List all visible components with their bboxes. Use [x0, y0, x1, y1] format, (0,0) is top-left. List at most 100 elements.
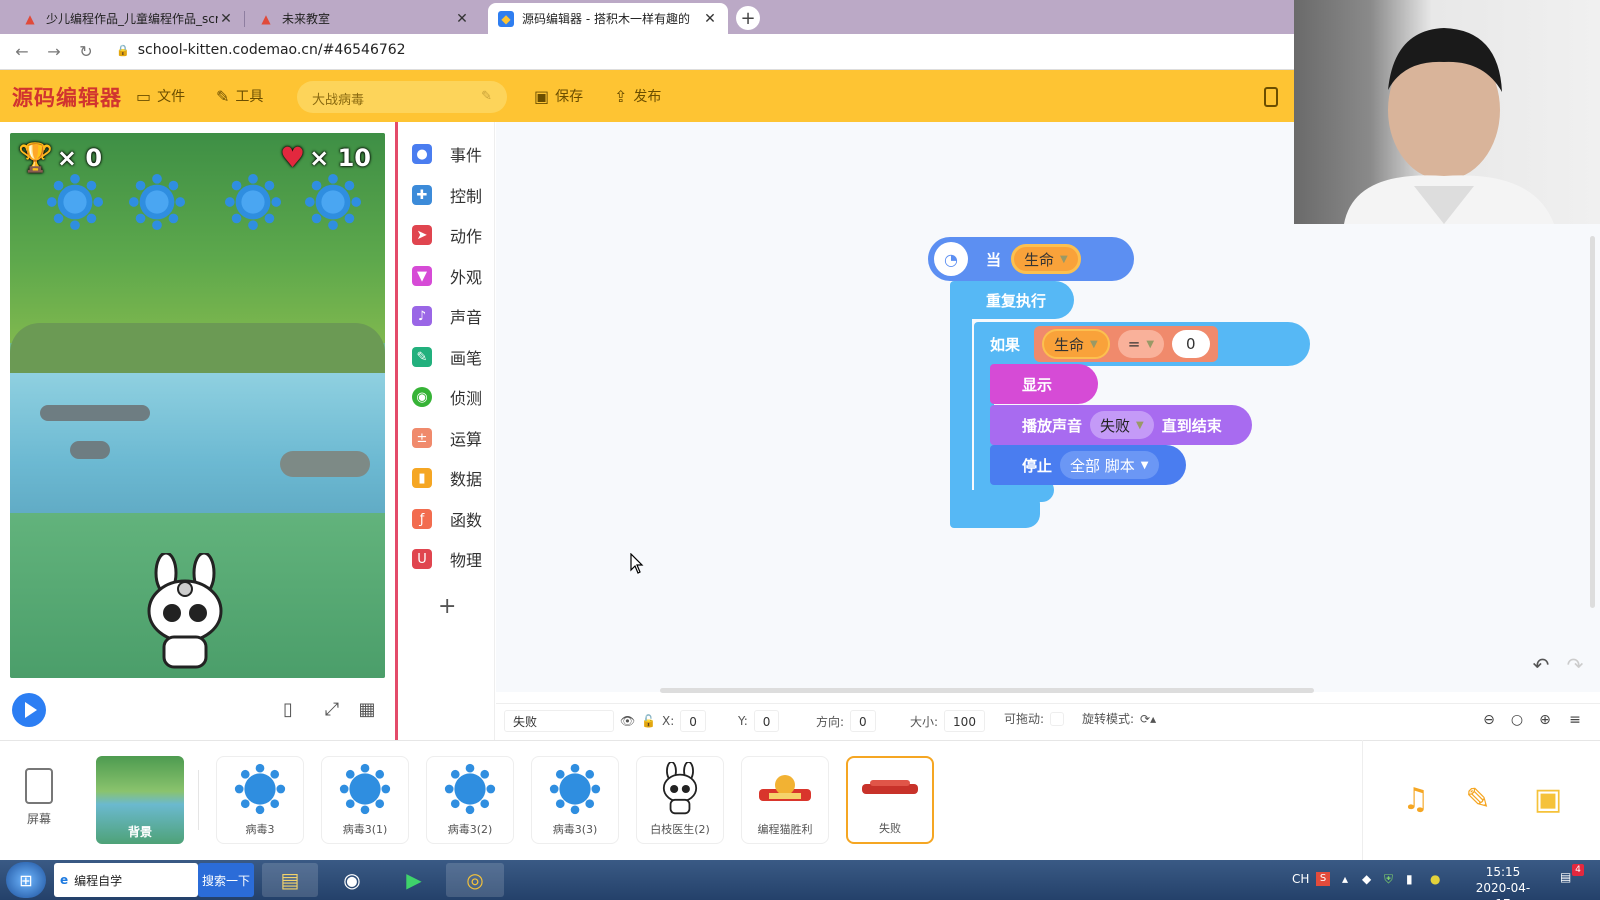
- url-field[interactable]: 🔒 school-kitten.codemao.cn/#46546762: [116, 42, 406, 58]
- music-note-icon[interactable]: ♫: [1396, 780, 1436, 820]
- file-menu-button[interactable]: ▭ 文件: [136, 86, 185, 106]
- sprite-card[interactable]: 病毒3: [216, 756, 304, 844]
- category-data[interactable]: ▮ 数据: [398, 458, 495, 498]
- close-icon[interactable]: ✕: [454, 11, 470, 27]
- x-position-field[interactable]: X: 0: [662, 710, 706, 732]
- sprite-card[interactable]: 编程猫胜利: [741, 756, 829, 844]
- tray-status-icon[interactable]: ●: [1430, 872, 1440, 886]
- direction-field[interactable]: 方向: 0: [816, 710, 876, 732]
- show-block[interactable]: 显示: [990, 364, 1098, 404]
- close-icon[interactable]: ✕: [702, 11, 718, 27]
- category-event[interactable]: ● 事件: [398, 134, 495, 174]
- rotate-icon[interactable]: ⟳▴: [1140, 712, 1156, 726]
- category-functions[interactable]: ƒ 函数: [398, 499, 495, 539]
- compare-value-input[interactable]: 0: [1172, 330, 1210, 358]
- sprite-card[interactable]: 白枝医生(2): [636, 756, 724, 844]
- browser-tab-2[interactable]: ▲ 未来教室 ✕: [248, 3, 480, 34]
- save-button[interactable]: ▣ 保存: [534, 86, 583, 106]
- back-icon[interactable]: ←: [12, 42, 32, 62]
- pencil-icon[interactable]: ✎: [1458, 780, 1498, 820]
- category-looks[interactable]: ▼ 外观: [398, 256, 495, 296]
- media-player-icon[interactable]: ▶: [386, 863, 442, 897]
- workspace-vertical-scrollbar[interactable]: [1590, 236, 1595, 608]
- security-shield-icon[interactable]: ⛨: [1384, 872, 1393, 887]
- sprite-card[interactable]: 病毒3(2): [426, 756, 514, 844]
- search-button[interactable]: 搜索一下: [198, 863, 254, 897]
- workspace-horizontal-scrollbar[interactable]: [660, 688, 1314, 693]
- new-tab-button[interactable]: +: [736, 6, 760, 30]
- zoom-in-icon[interactable]: ⊕: [1536, 712, 1554, 730]
- add-category-button[interactable]: +: [438, 594, 456, 619]
- if-block[interactable]: 如果 生命 ▼ = ▼ 0: [974, 322, 1310, 366]
- forward-icon[interactable]: →: [44, 42, 64, 62]
- sound-dropdown[interactable]: 失败 ▼: [1090, 411, 1154, 439]
- project-name-input[interactable]: 大战病毒 ✎: [297, 81, 507, 113]
- lock-icon[interactable]: 🔓: [641, 714, 656, 728]
- chrome-icon[interactable]: ◎: [446, 863, 504, 897]
- rotation-mode-field[interactable]: 旋转模式: ⟳▴: [1082, 710, 1156, 727]
- zoom-out-icon[interactable]: ⊖: [1480, 712, 1498, 730]
- browser-tab-3[interactable]: ◆ 源码编辑器 - 搭积木一样有趣的 ✕: [488, 3, 728, 34]
- phone-preview-icon[interactable]: [1264, 87, 1278, 107]
- category-sound[interactable]: ♪ 声音: [398, 296, 495, 336]
- close-icon[interactable]: ✕: [218, 11, 234, 27]
- qq-icon[interactable]: ◉: [324, 863, 380, 897]
- y-position-field[interactable]: Y: 0: [738, 710, 780, 732]
- category-operators[interactable]: ± 运算: [398, 418, 495, 458]
- zoom-reset-icon[interactable]: ○: [1508, 712, 1526, 730]
- repeat-forever-block[interactable]: 重复执行: [950, 281, 1074, 319]
- windows-start-icon[interactable]: ⊞: [6, 862, 46, 898]
- sprite-card-selected[interactable]: 失败: [846, 756, 934, 844]
- compare-operator-block[interactable]: 生命 ▼ = ▼ 0: [1034, 326, 1218, 362]
- virus-sprite[interactable]: [46, 173, 104, 231]
- virus-sprite[interactable]: [128, 173, 186, 231]
- language-indicator[interactable]: CH: [1292, 872, 1309, 886]
- clock[interactable]: 15:15 2020-04-17: [1470, 864, 1536, 900]
- doctor-sprite[interactable]: [144, 553, 226, 673]
- direction-value[interactable]: 0: [850, 710, 876, 732]
- undo-icon[interactable]: ↶: [1526, 650, 1556, 680]
- category-pen[interactable]: ✎ 画笔: [398, 337, 495, 377]
- visibility-icon[interactable]: 👁: [620, 714, 635, 728]
- sprite-card[interactable]: 病毒3(1): [321, 756, 409, 844]
- sprite-card[interactable]: 病毒3(3): [531, 756, 619, 844]
- category-control[interactable]: ✚ 控制: [398, 175, 495, 215]
- play-sound-until-done-block[interactable]: 播放声音 失败 ▼ 直到结束: [990, 405, 1252, 445]
- tools-menu-button[interactable]: ✎ 工具: [216, 86, 263, 106]
- device-select-icon[interactable]: ▯: [276, 698, 300, 722]
- background-thumbnail[interactable]: 背景: [96, 756, 184, 844]
- category-sensing[interactable]: ◉ 侦测: [398, 377, 495, 417]
- virus-sprite[interactable]: [304, 173, 362, 231]
- category-physics[interactable]: U 物理: [398, 539, 495, 579]
- publish-button[interactable]: ⇪ 发布: [614, 86, 661, 106]
- size-field[interactable]: 大小: 100: [910, 710, 985, 732]
- draggable-checkbox[interactable]: [1050, 711, 1065, 726]
- action-center-icon[interactable]: ▤: [1560, 870, 1571, 884]
- when-variable-changes-block[interactable]: ◔ 当 生命 ▼: [928, 237, 1134, 281]
- tray-expand-icon[interactable]: ▴: [1342, 872, 1348, 886]
- file-explorer-icon[interactable]: ▤: [262, 863, 318, 897]
- game-stage[interactable]: 🏆 × 0 ♥ × 10: [10, 133, 385, 678]
- size-value[interactable]: 100: [944, 710, 985, 732]
- browser-tab-1[interactable]: ▲ 少儿编程作品_儿童编程作品_scr ✕: [12, 3, 245, 34]
- add-folder-icon[interactable]: ▣: [1528, 780, 1568, 820]
- fullscreen-icon[interactable]: ⤢: [320, 698, 344, 722]
- virus-sprite[interactable]: [224, 173, 282, 231]
- reload-icon[interactable]: ↻: [76, 42, 96, 62]
- tray-app-icon[interactable]: ◆: [1362, 872, 1371, 886]
- sprite-name-field[interactable]: 失败 👁 🔓: [504, 710, 656, 732]
- operator-dropdown[interactable]: = ▼: [1117, 330, 1165, 358]
- grid-icon[interactable]: ▦: [355, 698, 379, 722]
- x-value[interactable]: 0: [680, 710, 706, 732]
- ie-search-box[interactable]: e 编程自学: [54, 863, 198, 897]
- screen-button[interactable]: 屏幕: [14, 768, 64, 827]
- variable-dropdown[interactable]: 生命 ▼: [1042, 329, 1110, 359]
- redo-icon[interactable]: ↷: [1560, 650, 1590, 680]
- y-value[interactable]: 0: [753, 710, 780, 732]
- variable-dropdown[interactable]: 生命 ▼: [1011, 244, 1081, 274]
- menu-icon[interactable]: ≡: [1566, 712, 1584, 730]
- stop-target-dropdown[interactable]: 全部 脚本 ▼: [1060, 451, 1159, 479]
- run-button[interactable]: [12, 693, 46, 727]
- network-icon[interactable]: ▮: [1406, 872, 1413, 886]
- draggable-field[interactable]: 可拖动:: [1004, 710, 1065, 727]
